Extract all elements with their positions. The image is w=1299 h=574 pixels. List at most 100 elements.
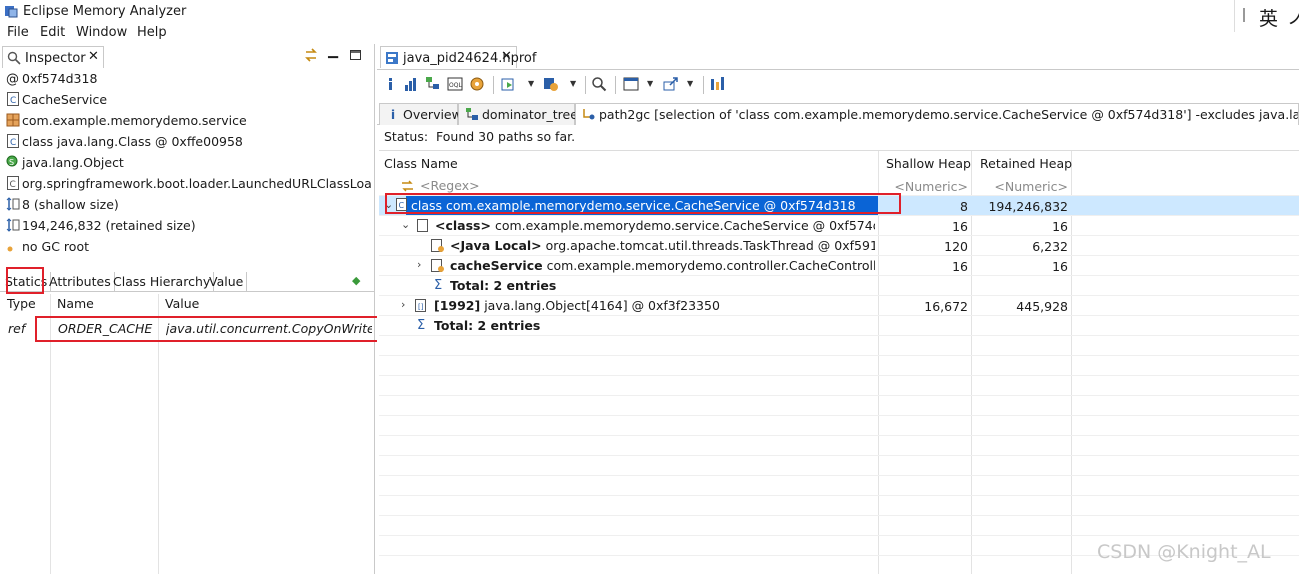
column-header-type[interactable]: Type bbox=[7, 296, 36, 311]
close-icon[interactable]: ✕ bbox=[88, 49, 99, 64]
menu-file[interactable]: File bbox=[7, 25, 29, 40]
tab-dominator-tree[interactable]: dominator_tree bbox=[458, 103, 578, 125]
row-shallow-heap: 120 bbox=[944, 239, 968, 254]
chevron-right-icon[interactable]: › bbox=[401, 298, 405, 311]
table-row[interactable]: › [] [1992] java.lang.Object[4164] @ 0xf… bbox=[379, 296, 1299, 316]
ime-language[interactable]: 英 bbox=[1259, 4, 1278, 31]
status-label: Status: bbox=[384, 129, 429, 144]
close-icon[interactable]: ✕ bbox=[501, 49, 512, 64]
tab-value[interactable]: Value bbox=[206, 272, 248, 292]
empty-row bbox=[379, 356, 1299, 376]
menu-bar: File Edit Window Help bbox=[0, 22, 1234, 43]
inspector-tab-label: Inspector bbox=[25, 51, 86, 66]
table-row[interactable]: › cacheService com.example.memorydemo.co… bbox=[379, 256, 1299, 276]
toolbar-separator bbox=[493, 76, 494, 94]
tab-overview[interactable]: i Overview bbox=[379, 103, 462, 125]
regex-filter-input[interactable]: <Regex> bbox=[420, 178, 480, 193]
table-row[interactable]: ⌄ <class> com.example.memorydemo.service… bbox=[379, 216, 1299, 236]
row-class-name: [1992] java.lang.Object[4164] @ 0xf3f233… bbox=[434, 298, 720, 313]
tab-attributes[interactable]: Attributes bbox=[46, 272, 115, 292]
inspector-row-address: @0xf574d318 bbox=[6, 71, 98, 87]
sort-columns-icon[interactable] bbox=[709, 76, 725, 92]
query-result-tabs: i Overview dominator_tree path2gc [select… bbox=[377, 103, 1299, 125]
svg-text:[]: [] bbox=[418, 303, 424, 311]
sum-icon: Σ bbox=[434, 278, 443, 293]
shallow-filter-input[interactable]: <Numeric> bbox=[879, 179, 968, 194]
ime-indicator[interactable]: 英 ノ bbox=[1234, 0, 1299, 32]
menu-help[interactable]: Help bbox=[137, 25, 167, 40]
column-header-name[interactable]: Name bbox=[57, 296, 94, 311]
row-retained-heap: 16 bbox=[1052, 259, 1068, 274]
size-icon bbox=[6, 197, 20, 211]
svg-text:C: C bbox=[10, 138, 16, 148]
empty-row bbox=[379, 336, 1299, 356]
filter-icon bbox=[402, 180, 413, 192]
empty-row bbox=[379, 496, 1299, 516]
column-header-value[interactable]: Value bbox=[165, 296, 199, 311]
table-row: Σ Total: 2 entries bbox=[379, 276, 1299, 296]
editor-toolbar: OQL ▼ ▼ ▼ ▼ bbox=[377, 69, 1299, 99]
package-icon bbox=[6, 113, 20, 127]
empty-row bbox=[379, 396, 1299, 416]
tab-path2gc[interactable]: path2gc [selection of 'class com.example… bbox=[575, 103, 1299, 125]
title-bar: Eclipse Memory Analyzer bbox=[0, 0, 1299, 22]
chevron-right-icon[interactable]: › bbox=[417, 258, 421, 271]
maximize-icon[interactable] bbox=[350, 50, 361, 60]
chevron-down-icon[interactable]: ▼ bbox=[647, 79, 653, 88]
svg-text:OQL: OQL bbox=[449, 82, 462, 89]
svg-text:C: C bbox=[10, 180, 16, 190]
inspector-row-gc-root: no GC root bbox=[6, 239, 372, 259]
chevron-down-icon[interactable]: ▼ bbox=[687, 79, 693, 88]
heap-dump-icon bbox=[386, 52, 398, 64]
dominator-tree-icon[interactable] bbox=[425, 76, 441, 92]
ime-mode[interactable]: ノ bbox=[1287, 4, 1299, 30]
ime-drag-handle[interactable] bbox=[1243, 8, 1245, 22]
table-row[interactable]: <Java Local> org.apache.tomcat.util.thre… bbox=[379, 236, 1299, 256]
empty-row bbox=[379, 476, 1299, 496]
svg-text:S: S bbox=[9, 158, 14, 167]
inspector-panel: Inspector ✕ ▁ @0xf574d318 C CacheService … bbox=[0, 44, 375, 574]
dominator-tree-icon bbox=[466, 108, 478, 120]
row-total: Total: 2 entries bbox=[434, 318, 541, 333]
java-local-icon bbox=[431, 239, 444, 252]
export-icon[interactable] bbox=[663, 76, 679, 92]
retained-filter-input[interactable]: <Numeric> bbox=[972, 179, 1068, 194]
menu-edit[interactable]: Edit bbox=[40, 25, 65, 40]
toolbar-separator bbox=[615, 76, 616, 94]
column-header-shallow-heap[interactable]: Shallow Heap bbox=[886, 156, 971, 171]
superclass-icon: S bbox=[6, 155, 18, 167]
hprof-tab-label: java_pid24624.hprof bbox=[403, 51, 537, 66]
chevron-down-icon[interactable]: ▼ bbox=[570, 79, 576, 88]
oql-icon[interactable]: OQL bbox=[447, 76, 463, 92]
empty-row bbox=[379, 376, 1299, 396]
thread-overview-icon[interactable] bbox=[469, 76, 485, 92]
column-header-class-name[interactable]: Class Name bbox=[384, 156, 458, 171]
column-header-retained-heap[interactable]: Retained Heap bbox=[980, 156, 1072, 171]
row-shallow-heap: 16 bbox=[952, 219, 968, 234]
row-total: Total: 2 entries bbox=[450, 278, 557, 293]
status-line: Status: Found 30 paths so far. bbox=[384, 129, 575, 144]
tab-class-hierarchy[interactable]: Class Hierarchy bbox=[110, 272, 215, 292]
menu-window[interactable]: Window bbox=[76, 25, 127, 40]
chevron-down-icon[interactable]: ▼ bbox=[528, 79, 534, 88]
histogram-icon[interactable] bbox=[403, 76, 419, 92]
toolbar-separator bbox=[703, 76, 704, 94]
empty-row bbox=[379, 436, 1299, 456]
sync-selection-icon[interactable] bbox=[303, 47, 319, 63]
run-report-icon[interactable] bbox=[501, 76, 517, 92]
overview-info-icon[interactable] bbox=[383, 76, 399, 92]
empty-row bbox=[379, 516, 1299, 536]
inspector-tab[interactable]: Inspector ✕ bbox=[2, 46, 104, 68]
window-title: Eclipse Memory Analyzer bbox=[23, 4, 187, 19]
chevron-down-icon[interactable]: ⌄ bbox=[401, 218, 410, 231]
pin-icon[interactable]: ◆ bbox=[352, 274, 360, 287]
row-retained-heap: 16 bbox=[1052, 219, 1068, 234]
hprof-editor-tab[interactable]: java_pid24624.hprof ✕ bbox=[380, 46, 536, 68]
calculate-retained-size-icon[interactable] bbox=[623, 76, 639, 92]
search-icon[interactable] bbox=[591, 76, 607, 92]
minimize-icon[interactable]: ▁ bbox=[328, 44, 338, 59]
inspector-row-shallow-size: 8 (shallow size) bbox=[6, 197, 372, 217]
query-browser-icon[interactable] bbox=[543, 76, 559, 92]
path2gc-icon bbox=[583, 109, 595, 120]
classloader-icon: C bbox=[7, 176, 19, 190]
